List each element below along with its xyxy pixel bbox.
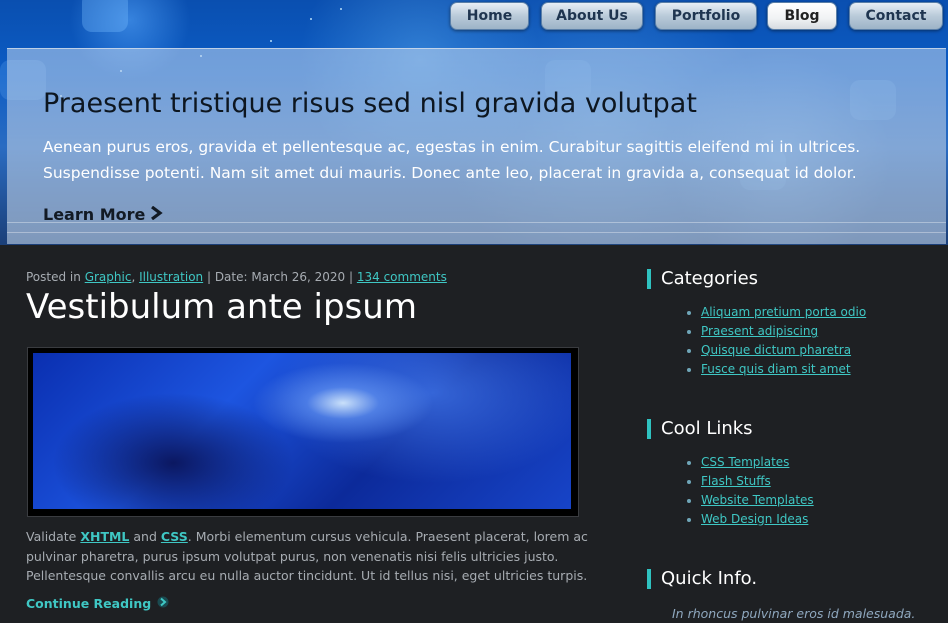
list-item[interactable]: Web Design Ideas (686, 510, 814, 529)
sparkle-decoration (340, 8, 342, 10)
post-image-art (33, 353, 571, 509)
learn-more-label: Learn More (43, 205, 146, 224)
list-item[interactable]: Quisque dictum pharetra (686, 341, 866, 360)
category-link[interactable]: Quisque dictum pharetra (701, 343, 851, 357)
comments-link[interactable]: 134 comments (357, 270, 447, 284)
list-item[interactable]: Aliquam pretium porta odio (686, 303, 866, 322)
cool-link[interactable]: CSS Templates (701, 455, 789, 469)
nav-home[interactable]: Home (450, 2, 529, 30)
hero-title: Praesent tristique risus sed nisl gravid… (43, 88, 697, 119)
arrow-right-icon (157, 596, 169, 611)
hero-text: Aenean purus eros, gravida et pellentesq… (43, 138, 861, 182)
cool-link[interactable]: Website Templates (701, 493, 814, 507)
category-link-graphic[interactable]: Graphic (85, 270, 132, 284)
body-and: and (133, 529, 157, 544)
quick-info-text: In rhoncus pulvinar eros id malesuada. (672, 606, 916, 621)
nav-contact[interactable]: Contact (849, 2, 943, 30)
sparkle-decoration (310, 18, 312, 20)
list-item[interactable]: CSS Templates (686, 453, 814, 472)
xhtml-link[interactable]: XHTML (80, 529, 129, 544)
category-link[interactable]: Aliquam pretium porta odio (701, 305, 866, 319)
quick-info-heading: Quick Info. (647, 569, 757, 589)
css-link[interactable]: CSS (161, 529, 188, 544)
list-item[interactable]: Praesent adipiscing (686, 322, 866, 341)
bokeh-decoration (82, 0, 128, 32)
cool-links-heading: Cool Links (647, 419, 753, 439)
category-link[interactable]: Fusce quis diam sit amet (701, 362, 851, 376)
post-title: Vestibulum ante ipsum (26, 287, 417, 327)
list-item[interactable]: Flash Stuffs (686, 472, 814, 491)
continue-reading-label: Continue Reading (26, 596, 152, 611)
category-link[interactable]: Praesent adipiscing (701, 324, 818, 338)
nav-about-us[interactable]: About Us (541, 2, 643, 30)
continue-reading-link[interactable]: Continue Reading (26, 596, 169, 611)
categories-heading: Categories (647, 269, 758, 289)
post-body: Validate XHTML and CSS. Morbi elementum … (26, 527, 594, 586)
list-item[interactable]: Website Templates (686, 491, 814, 510)
divider (7, 232, 946, 233)
cool-link[interactable]: Flash Stuffs (701, 474, 771, 488)
sparkle-decoration (270, 40, 272, 42)
chevron-right-icon (150, 205, 164, 224)
category-link-illustration[interactable]: Illustration (139, 270, 203, 284)
cool-links-list: CSS Templates Flash Stuffs Website Templ… (686, 453, 814, 529)
post-date: Date: March 26, 2020 (214, 270, 346, 284)
categories-list: Aliquam pretium porta odio Praesent adip… (686, 303, 866, 379)
cool-link[interactable]: Web Design Ideas (701, 512, 808, 526)
post-meta: Posted in Graphic, Illustration | Date: … (26, 270, 447, 284)
meta-prefix: Posted in (26, 270, 81, 284)
learn-more-link[interactable]: Learn More (43, 205, 164, 224)
post-image (27, 347, 579, 517)
body-prefix: Validate (26, 529, 77, 544)
nav-portfolio[interactable]: Portfolio (655, 2, 757, 30)
nav-blog[interactable]: Blog (767, 2, 837, 30)
list-item[interactable]: Fusce quis diam sit amet (686, 360, 866, 379)
